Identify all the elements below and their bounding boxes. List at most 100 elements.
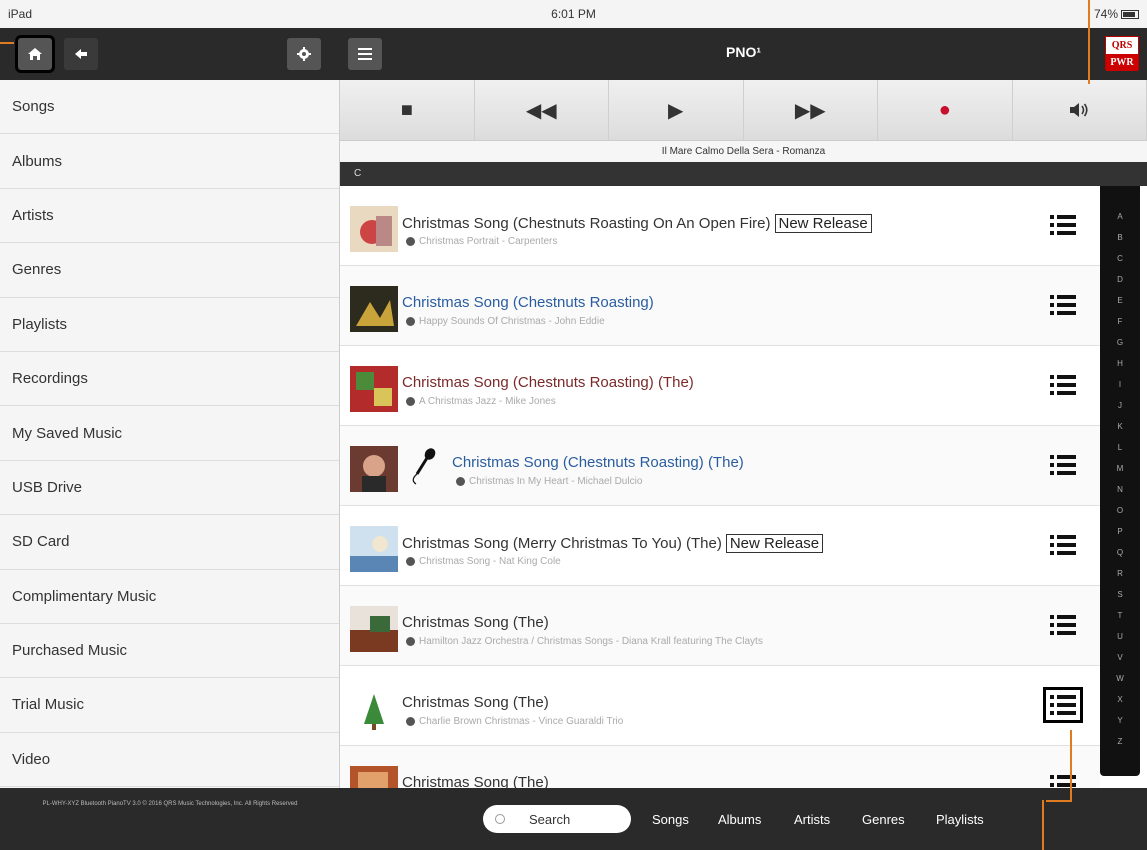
sidebar-item-sd-card[interactable]: SD Card (0, 515, 339, 570)
volume-button[interactable] (1012, 80, 1147, 140)
album-art (350, 286, 398, 332)
index-letter[interactable]: X (1100, 689, 1140, 710)
tab-playlists[interactable]: Playlists (936, 812, 984, 827)
sidebar-item-recordings[interactable]: Recordings (0, 352, 339, 407)
song-subtitle: Christmas In My Heart - Michael Dulcio (456, 476, 642, 487)
library-sidebar: Songs Albums Artists Genres Playlists Re… (0, 80, 340, 788)
song-row[interactable]: Christmas Song (The) Charlie Brown Chris… (340, 666, 1100, 746)
list-menu-icon[interactable] (1050, 774, 1076, 788)
index-letter[interactable]: O (1100, 500, 1140, 521)
index-letter[interactable]: V (1100, 647, 1140, 668)
microphone-icon[interactable] (406, 446, 442, 486)
qrs-logo[interactable]: QRS PWR (1105, 36, 1139, 71)
song-title: Christmas Song (Merry Christmas To You) … (402, 534, 824, 553)
song-row[interactable]: Christmas Song (Chestnuts Roasting) (The… (340, 426, 1100, 506)
song-subtitle: Christmas Portrait - Carpenters (406, 236, 557, 247)
index-letter[interactable]: Z (1100, 731, 1140, 752)
clock-icon (456, 476, 465, 486)
index-letter[interactable]: I (1100, 374, 1140, 395)
index-letter[interactable]: L (1100, 437, 1140, 458)
index-letter[interactable]: S (1100, 584, 1140, 605)
index-letter[interactable]: H (1100, 353, 1140, 374)
list-menu-icon[interactable] (1050, 374, 1076, 396)
list-menu-icon[interactable] (1050, 534, 1076, 556)
album-art (350, 686, 398, 732)
list-menu-icon[interactable] (1050, 614, 1076, 636)
fast-forward-button[interactable]: ▶▶ (743, 80, 878, 140)
home-button[interactable] (15, 35, 55, 73)
song-subtitle: Hamilton Jazz Orchestra / Christmas Song… (406, 636, 763, 647)
index-letter[interactable]: C (1100, 248, 1140, 269)
list-menu-icon[interactable] (1050, 454, 1076, 476)
tab-artists[interactable]: Artists (794, 812, 830, 827)
sidebar-toolbar (0, 28, 340, 80)
rewind-button[interactable]: ◀◀ (474, 80, 609, 140)
song-row[interactable]: Christmas Song (The) Hamilton Jazz Orche… (340, 586, 1100, 666)
album-art (350, 446, 398, 492)
index-letter[interactable]: F (1100, 311, 1140, 332)
song-row[interactable]: Christmas Song (The) (340, 746, 1100, 788)
album-art (350, 766, 398, 788)
index-letter[interactable]: Q (1100, 542, 1140, 563)
sidebar-item-songs[interactable]: Songs (0, 80, 339, 135)
battery-icon (1121, 10, 1139, 20)
index-letter[interactable]: U (1100, 626, 1140, 647)
index-letter[interactable]: R (1100, 563, 1140, 584)
clock-icon (406, 636, 415, 646)
song-title: Christmas Song (Chestnuts Roasting) (402, 294, 654, 311)
back-button[interactable] (64, 38, 98, 70)
index-letter[interactable]: D (1100, 269, 1140, 290)
song-list: Christmas Song (Chestnuts Roasting On An… (340, 186, 1147, 788)
index-letter[interactable]: Y (1100, 710, 1140, 731)
clock-icon (406, 236, 415, 246)
song-title: Christmas Song (Chestnuts Roasting On An… (402, 214, 872, 233)
sidebar-item-usb-drive[interactable]: USB Drive (0, 461, 339, 516)
sidebar-item-trial-music[interactable]: Trial Music (0, 678, 339, 733)
index-letter[interactable]: W (1100, 668, 1140, 689)
index-letter[interactable]: E (1100, 290, 1140, 311)
search-icon (495, 814, 505, 824)
sidebar-item-video[interactable]: Video (0, 733, 339, 788)
sidebar-item-artists[interactable]: Artists (0, 189, 339, 244)
sidebar-item-albums[interactable]: Albums (0, 134, 339, 189)
settings-button[interactable] (287, 38, 321, 70)
alphabet-index[interactable]: A B C D E F G H I J K L M N O P Q R S T … (1100, 186, 1140, 776)
index-letter[interactable]: T (1100, 605, 1140, 626)
song-title: Christmas Song (The) (402, 774, 549, 788)
sidebar-item-complimentary-music[interactable]: Complimentary Music (0, 570, 339, 624)
index-letter[interactable]: N (1100, 479, 1140, 500)
list-menu-icon[interactable] (1050, 214, 1076, 236)
song-row[interactable]: Christmas Song (Merry Christmas To You) … (340, 506, 1100, 586)
song-title: Christmas Song (The) (402, 614, 549, 631)
song-row[interactable]: Christmas Song (Chestnuts Roasting On An… (340, 186, 1100, 266)
sidebar-item-playlists[interactable]: Playlists (0, 298, 339, 352)
index-letter[interactable]: G (1100, 332, 1140, 353)
search-field[interactable]: Search (483, 805, 631, 833)
index-letter[interactable]: A (1100, 206, 1140, 227)
play-icon: ▶ (668, 99, 684, 122)
sidebar-item-my-saved-music[interactable]: My Saved Music (0, 406, 339, 461)
index-letter[interactable]: K (1100, 416, 1140, 437)
clock-icon (406, 316, 415, 326)
sidebar-item-genres[interactable]: Genres (0, 243, 339, 298)
song-row[interactable]: Christmas Song (Chestnuts Roasting) (The… (340, 346, 1100, 426)
index-letter[interactable]: B (1100, 227, 1140, 248)
copyright-footer: PL-WHY-XYZ Bluetooth PianoTV 3.0 © 2016 … (0, 788, 340, 850)
section-header: C (340, 162, 1147, 186)
tab-genres[interactable]: Genres (862, 812, 905, 827)
sidebar-item-purchased-music[interactable]: Purchased Music (0, 624, 339, 679)
play-button[interactable]: ▶ (609, 80, 744, 140)
index-letter[interactable]: P (1100, 521, 1140, 542)
stop-button[interactable]: ■ (340, 80, 475, 140)
tab-songs[interactable]: Songs (652, 812, 689, 827)
list-menu-icon[interactable] (1043, 687, 1083, 723)
record-button[interactable]: ● (878, 80, 1013, 140)
song-row[interactable]: Christmas Song (Chestnuts Roasting) Happ… (340, 266, 1100, 346)
tab-albums[interactable]: Albums (718, 812, 761, 827)
list-menu-icon[interactable] (1050, 294, 1076, 316)
index-letter[interactable]: J (1100, 395, 1140, 416)
annotation-line (1070, 730, 1072, 800)
transport-controls: ■ ◀◀ ▶ ▶▶ ● Il Mare Calmo Della Sera - R… (340, 80, 1147, 162)
index-letter[interactable]: M (1100, 458, 1140, 479)
status-time: 6:01 PM (551, 7, 596, 21)
